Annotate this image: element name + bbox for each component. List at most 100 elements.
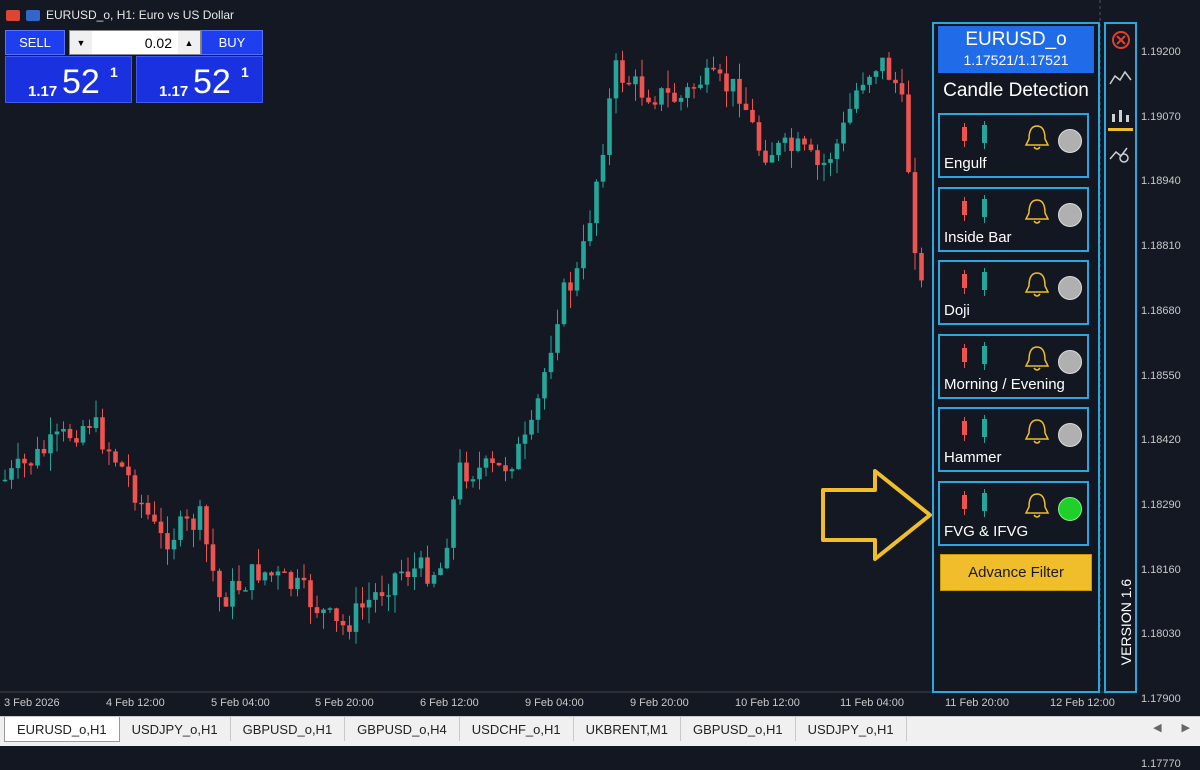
buy-price-fraction: 1 xyxy=(241,64,249,80)
candle-body xyxy=(256,564,261,581)
buy-button[interactable]: BUY xyxy=(201,30,263,55)
candle-body xyxy=(145,502,151,515)
pattern-toggle[interactable] xyxy=(1058,202,1082,227)
candle-body xyxy=(106,449,112,452)
candle-body xyxy=(269,572,274,576)
pattern-card-fvg-ifvg: FVG & IFVG xyxy=(938,480,1089,546)
candle-body xyxy=(444,547,450,569)
candle-body xyxy=(743,103,749,110)
lot-increase-icon[interactable]: ▲ xyxy=(178,31,200,54)
tab-scroll-right-icon[interactable]: ▶ xyxy=(1182,721,1190,734)
time-tick-label: 3 Feb 2026 xyxy=(4,697,60,709)
lot-value[interactable]: 0.02 xyxy=(92,35,178,51)
candle-body xyxy=(685,87,690,98)
candle-body xyxy=(789,137,794,151)
candle-body xyxy=(425,557,430,584)
lot-size-input[interactable]: ▼ 0.02 ▲ xyxy=(69,30,201,55)
pattern-toggle[interactable] xyxy=(1058,349,1082,374)
candle-body xyxy=(542,372,547,399)
advance-filter-button[interactable]: Advance Filter xyxy=(940,554,1092,591)
candle-body xyxy=(587,223,593,242)
tab-gbpusd-o-h1[interactable]: GBPUSD_o,H1 xyxy=(231,717,346,741)
candle-body xyxy=(776,142,781,156)
candle-body xyxy=(483,458,489,468)
candle-body xyxy=(802,138,807,145)
candle-body xyxy=(152,514,157,522)
price-tick-label: 1.18160 xyxy=(1141,563,1181,576)
candle-body xyxy=(522,434,528,444)
line-chart-icon xyxy=(1109,70,1132,85)
candle-body xyxy=(308,580,313,608)
panel-sidebar: VERSION 1.6 xyxy=(1104,22,1137,693)
pattern-toggle[interactable] xyxy=(1058,276,1082,300)
candle-body xyxy=(217,570,222,598)
pattern-card-inside-bar: Inside Bar xyxy=(938,186,1089,252)
lot-decrease-icon[interactable]: ▼ xyxy=(70,31,92,54)
candle-detection-panel: EURUSD_o 1.17521/1.17521 Candle Detectio… xyxy=(932,22,1100,693)
candle-body xyxy=(490,458,495,464)
candle-body xyxy=(87,425,92,428)
candle-body xyxy=(548,352,554,373)
tab-gbpusd-o-h4[interactable]: GBPUSD_o,H4 xyxy=(345,717,460,741)
alert-bell-icon[interactable] xyxy=(1024,491,1050,521)
alert-bell-icon[interactable] xyxy=(1024,270,1050,300)
pattern-toggle[interactable] xyxy=(1058,496,1082,521)
candle-body xyxy=(399,571,404,574)
price-tick-label: 1.19200 xyxy=(1141,46,1181,58)
tab-usdchf-o-h1[interactable]: USDCHF_o,H1 xyxy=(460,717,574,741)
candle-body xyxy=(912,172,918,254)
buy-price-prefix: 1.17 xyxy=(159,83,189,100)
sidebar-icons xyxy=(1108,31,1133,163)
alert-bell-icon[interactable] xyxy=(1024,344,1050,374)
pattern-card-engulf: Engulf xyxy=(938,113,1089,178)
candle-body xyxy=(678,97,684,102)
candle-body xyxy=(282,571,287,573)
candle-body xyxy=(360,603,365,608)
price-tick-label: 1.18420 xyxy=(1141,434,1181,447)
candle-body xyxy=(347,625,352,632)
candle-body xyxy=(204,506,209,545)
candle-body xyxy=(750,109,755,123)
candle-body xyxy=(665,88,671,93)
pattern-thumbnail-icon xyxy=(962,488,987,517)
tab-eurusd-o-h1[interactable]: EURUSD_o,H1 xyxy=(4,717,120,742)
candle-body xyxy=(496,463,502,466)
symbol-info-icon xyxy=(26,9,40,21)
candle-body xyxy=(113,451,118,463)
candle-body xyxy=(613,60,619,99)
tab-gbpusd-o-h1[interactable]: GBPUSD_o,H1 xyxy=(681,717,796,741)
alert-bell-icon[interactable] xyxy=(1024,417,1050,447)
candle-body xyxy=(295,577,300,589)
candle-body xyxy=(132,475,138,503)
pattern-toggle[interactable] xyxy=(1058,423,1082,447)
buy-price[interactable]: 1.17 52 1 xyxy=(136,56,263,103)
pattern-label: Engulf xyxy=(944,155,987,172)
candle-body xyxy=(2,479,8,482)
candle-body xyxy=(620,60,625,83)
candle-body xyxy=(717,69,723,74)
candle-body xyxy=(230,580,235,607)
candle-body xyxy=(763,150,768,163)
price-tick-label: 1.17770 xyxy=(1141,757,1181,770)
candle-body xyxy=(28,463,34,466)
candle-body xyxy=(847,108,853,123)
candle-body xyxy=(672,92,677,102)
tab-ukbrent-m1[interactable]: UKBRENT,M1 xyxy=(574,717,681,741)
tab-scroll-left-icon[interactable]: ◀ xyxy=(1153,721,1161,734)
price-chart[interactable]: EURUSD_o, H1: Euro vs US Dollar SELL ▼ 0… xyxy=(0,0,1200,770)
pattern-label: Inside Bar xyxy=(944,228,1012,246)
candle-body xyxy=(737,78,742,104)
alert-bell-icon[interactable] xyxy=(1024,197,1050,227)
candle-body xyxy=(451,499,456,548)
panel-title: Candle Detection xyxy=(943,80,1089,101)
sell-button[interactable]: SELL xyxy=(5,30,65,55)
pattern-toggle[interactable] xyxy=(1058,129,1082,153)
candle-body xyxy=(867,76,872,85)
sell-price[interactable]: 1.17 52 1 xyxy=(5,56,132,103)
alert-bell-icon[interactable] xyxy=(1024,123,1050,153)
candle-body xyxy=(626,82,632,85)
tab-usdjpy-o-h1[interactable]: USDJPY_o,H1 xyxy=(120,717,231,741)
chart-tabs: EURUSD_o,H1 USDJPY_o,H1 GBPUSD_o,H1 GBPUSD_… xyxy=(0,716,1200,746)
tab-usdjpy-o-h1[interactable]: USDJPY_o,H1 xyxy=(796,717,907,741)
candle-body xyxy=(594,181,599,224)
